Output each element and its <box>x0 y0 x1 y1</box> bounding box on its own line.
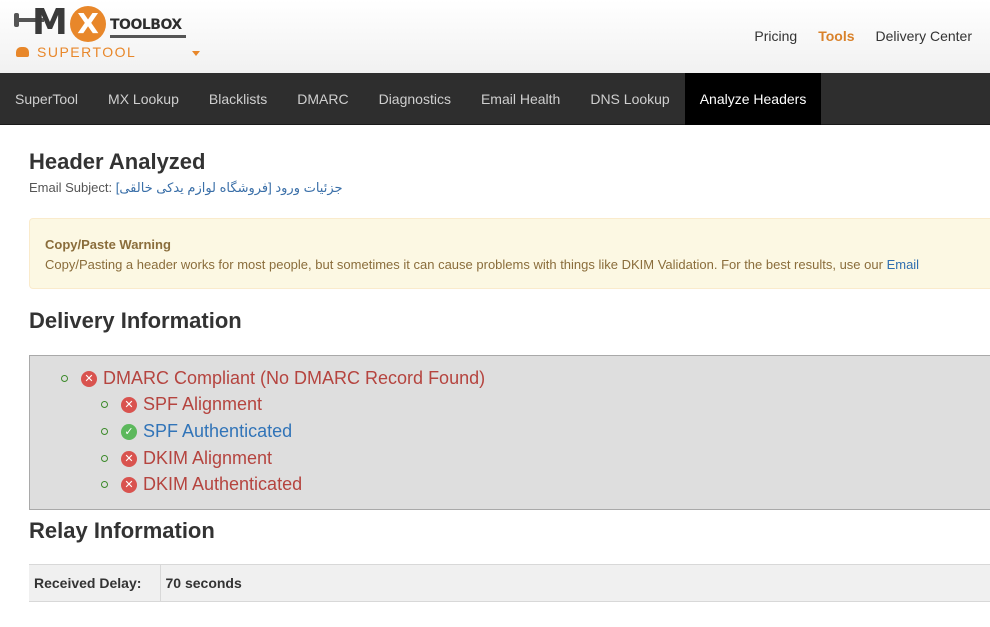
delivery-information-heading: Delivery Information <box>29 308 242 333</box>
bullet-icon <box>101 428 108 435</box>
check-circle-icon: ✓ <box>121 423 137 440</box>
logo-x-circle: X <box>70 6 106 42</box>
dmarc-compliant-label[interactable]: DMARC Compliant (No DMARC Record Found) <box>103 368 485 389</box>
dkim-authenticated-item: ✕ DKIM Authenticated <box>101 474 302 495</box>
email-subject-value: جزئیات ورود [فروشگاه لوازم یدکی خالقی] <box>115 180 343 195</box>
logo-toolbox-text: TOOLBOX <box>110 17 182 33</box>
mxtoolbox-logo[interactable]: M X TOOLBOX <box>14 4 214 70</box>
x-circle-icon: ✕ <box>81 370 97 387</box>
x-circle-icon: ✕ <box>121 396 137 413</box>
warning-body: Copy/Pasting a header works for most peo… <box>45 257 883 272</box>
bullet-icon <box>61 375 68 382</box>
dmarc-compliant-item: ✕ DMARC Compliant (No DMARC Record Found… <box>61 368 485 389</box>
email-subject-label: Email Subject: <box>29 180 113 195</box>
warning-email-link[interactable]: Email <box>887 257 920 272</box>
top-links: Pricing Tools Delivery Center <box>754 28 972 44</box>
nav-analyze-headers[interactable]: Analyze Headers <box>684 73 822 125</box>
nav-dns-lookup[interactable]: DNS Lookup <box>575 73 684 125</box>
page-title: Header Analyzed <box>29 149 206 174</box>
dkim-alignment-label[interactable]: DKIM Alignment <box>143 448 272 469</box>
dkim-alignment-item: ✕ DKIM Alignment <box>101 448 272 469</box>
bullet-icon <box>101 455 108 462</box>
received-delay-value: 70 seconds <box>160 564 990 602</box>
caret-down-icon[interactable] <box>192 51 200 56</box>
spf-authenticated-item: ✓ SPF Authenticated <box>101 421 292 442</box>
dkim-authenticated-label[interactable]: DKIM Authenticated <box>143 474 302 495</box>
relay-table: Received Delay: 70 seconds <box>29 564 990 602</box>
delivery-info-box: ✕ DMARC Compliant (No DMARC Record Found… <box>29 355 990 510</box>
relay-information-heading: Relay Information <box>29 518 215 543</box>
bullet-icon <box>101 481 108 488</box>
nav-mx-lookup[interactable]: MX Lookup <box>93 73 194 125</box>
spf-authenticated-label[interactable]: SPF Authenticated <box>143 421 292 442</box>
received-delay-key: Received Delay: <box>29 564 161 602</box>
warning-title: Copy/Paste Warning <box>45 237 171 252</box>
spf-alignment-label[interactable]: SPF Alignment <box>143 394 262 415</box>
copy-paste-warning: Copy/Paste Warning Copy/Pasting a header… <box>29 218 990 289</box>
logo-underline <box>110 35 186 38</box>
bullet-icon <box>101 401 108 408</box>
nav-email-health[interactable]: Email Health <box>466 73 575 125</box>
x-circle-icon: ✕ <box>121 476 137 493</box>
email-subject: Email Subject: جزئیات ورود [فروشگاه لواز… <box>29 180 343 196</box>
supertool-dropdown[interactable]: SUPERTOOL <box>16 44 136 60</box>
nav-dmarc[interactable]: DMARC <box>282 73 363 125</box>
spf-alignment-item: ✕ SPF Alignment <box>101 394 262 415</box>
table-row: Received Delay: 70 seconds <box>29 564 990 602</box>
top-link-tools[interactable]: Tools <box>818 28 854 44</box>
logo-mx-text: M <box>32 2 68 43</box>
supertool-label: SUPERTOOL <box>37 44 137 60</box>
top-header: M X TOOLBOX SUPERTOOL Pricing Tools Deli… <box>0 0 990 73</box>
nav-diagnostics[interactable]: Diagnostics <box>364 73 466 125</box>
x-circle-icon: ✕ <box>121 450 137 467</box>
warning-text: Copy/Pasting a header works for most peo… <box>45 257 983 272</box>
main-nav: SuperTool MX Lookup Blacklists DMARC Dia… <box>0 73 990 125</box>
nav-supertool[interactable]: SuperTool <box>0 73 93 125</box>
top-link-delivery-center[interactable]: Delivery Center <box>876 28 972 44</box>
nav-blacklists[interactable]: Blacklists <box>194 73 282 125</box>
top-link-pricing[interactable]: Pricing <box>754 28 797 44</box>
toolbox-icon <box>16 47 29 57</box>
